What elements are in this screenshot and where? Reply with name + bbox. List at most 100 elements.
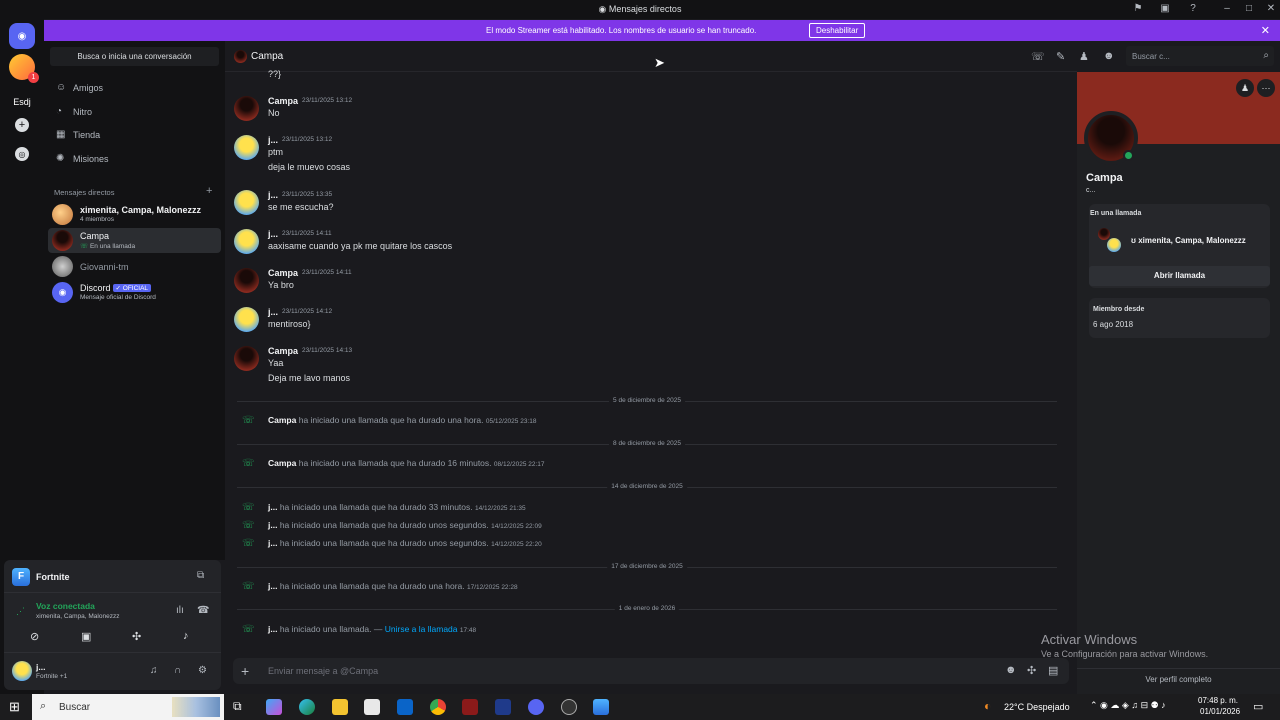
call-author[interactable]: Campa [268,415,296,425]
message-author[interactable]: Campa [268,346,298,356]
outlook-icon[interactable] [397,699,413,715]
minimize-icon[interactable]: – [1220,3,1234,15]
nav-nitro[interactable]: ◔ Nitro [52,102,217,122]
message-timestamp: 23/11/2025 14:13 [302,347,353,354]
store-icon[interactable] [364,699,380,715]
message-author[interactable]: Campa [268,268,298,278]
microphone-icon[interactable]: ♫ [150,665,158,676]
notifications-icon[interactable]: ▭ [1253,700,1263,713]
voice-status[interactable]: Voz conectada [36,601,95,611]
copilot-icon[interactable] [266,699,282,715]
dm-item-group[interactable]: ximenita, Campa, Malonezzz 4 miembros [48,202,221,227]
avatar[interactable] [234,135,259,160]
dm-item-campa[interactable]: Campa ☏ En una llamada [48,228,221,253]
taskbar-search[interactable]: ⌕ Buscar [32,694,224,720]
call-author[interactable]: j... [268,502,277,512]
app-icon[interactable] [495,699,511,715]
task-view-icon[interactable]: ⧉ [233,699,242,714]
view-full-profile-link[interactable]: Ver perfil completo [1077,675,1280,684]
chat-recipient-name[interactable]: Campa [251,51,283,62]
clock-time[interactable]: 07:48 p. m. [1198,696,1238,705]
call-author[interactable]: j... [268,624,277,634]
close-banner-icon[interactable]: ✕ [1261,24,1270,37]
message-input[interactable]: Enviar mensaje a @Campa [268,666,378,676]
help-icon[interactable]: ? [1186,3,1200,15]
call-text: ha iniciado una llamada que ha durado 33… [279,502,473,512]
explore-icon[interactable]: ◎ [15,147,29,161]
avatar[interactable] [234,346,259,371]
date-divider: 8 de diciembre de 2025 [237,440,1057,447]
soundboard-icon[interactable]: ♪ [183,630,189,642]
dm-home-button[interactable]: ◉ [9,23,35,49]
nav-shop[interactable]: ▦ Tienda [52,125,217,145]
disable-streamer-button[interactable]: Deshabilitar [809,23,866,38]
call-author[interactable]: j... [268,538,277,548]
add-friends-icon[interactable]: ♟ [1079,50,1089,63]
maximize-icon[interactable]: □ [1242,3,1256,15]
call-member-avatar [1098,228,1110,240]
tray-icons[interactable]: ⌃ ◉ ☁ ◈ ♫ ⊟ ⚉ ♪ [1090,700,1166,711]
inbox-icon[interactable]: ⚑ [1131,3,1145,15]
avatar[interactable] [234,190,259,215]
add-friend-icon[interactable]: ♟ [1236,79,1254,97]
add-server-icon[interactable]: + [15,118,29,132]
fortnite-taskbar-icon[interactable] [593,699,609,715]
avatar[interactable] [234,96,259,121]
weather-text[interactable]: 22°C Despejado [1004,702,1070,712]
avatar[interactable] [234,307,259,332]
call-author[interactable]: j... [268,520,277,530]
apps-icon[interactable]: ✣ [1027,664,1036,677]
clock-date[interactable]: 01/01/2026 [1200,707,1240,716]
chrome-icon[interactable] [430,699,446,715]
call-author[interactable]: Campa [268,458,296,468]
more-options-icon[interactable]: ⋯ [1257,79,1275,97]
dm-item-discord[interactable]: ◉ Discord ✓ OFICIAL Mensaje oficial de Di… [48,280,221,305]
activity-popout-icon[interactable]: ⧉ [197,570,204,581]
gif-icon[interactable]: ☻ [1005,664,1017,676]
user-avatar[interactable] [12,661,32,681]
discord-taskbar-icon[interactable] [528,699,544,715]
server-icon[interactable]: 1 [9,54,39,83]
pin-icon[interactable]: ✎ [1056,50,1065,63]
message-list: ??} Campa 23/11/2025 13:12 No j... 23/11… [225,69,1077,652]
nav-quests[interactable]: ✺ Misiones [52,149,217,169]
username: j... [36,662,46,672]
chat-search-input[interactable]: Buscar c... ⌕ [1126,46,1274,66]
file-explorer-icon[interactable] [332,699,348,715]
windows-start-icon[interactable]: ⊞ [9,699,20,715]
edge-icon[interactable] [299,699,315,715]
message-author[interactable]: Campa [268,96,298,106]
avatar[interactable] [234,229,259,254]
in-call-label: En una llamada [1090,210,1142,217]
date-label: 1 de enero de 2026 [614,605,680,612]
open-call-button[interactable]: Abrir llamada [1089,266,1270,286]
message-author[interactable]: j... [268,307,278,317]
window-title: ◉ Mensajes directos [0,4,1280,15]
screen-share-icon[interactable]: ▣ [1158,3,1172,15]
app-icon[interactable] [561,699,577,715]
find-conversation-button[interactable]: Busca o inicia una conversación [50,47,219,66]
call-author[interactable]: j... [268,581,277,591]
create-dm-icon[interactable]: + [206,185,212,197]
gift-icon[interactable]: ▤ [1048,664,1058,677]
user-profile-icon[interactable]: ☻ [1103,50,1115,62]
screen-share-icon[interactable]: ▣ [81,630,91,643]
join-call-link[interactable]: Unirse a la llamada [385,624,458,634]
server-esdj[interactable]: Esdj [9,89,35,115]
message-author[interactable]: j... [268,229,278,239]
settings-gear-icon[interactable]: ⚙ [198,665,207,676]
nav-friends[interactable]: ☺ Amigos [52,78,217,98]
activities-icon[interactable]: ✣ [132,630,141,643]
dm-item-giovanni[interactable]: Giovanni-tm [48,254,221,279]
message-author[interactable]: j... [268,190,278,200]
headphones-icon[interactable]: ∩ [174,665,181,676]
disconnect-icon[interactable]: ☎ [197,605,209,616]
attach-plus-icon[interactable]: + [241,663,249,679]
close-window-icon[interactable]: ✕ [1264,3,1278,15]
voice-call-icon[interactable]: ☏ [1031,50,1045,63]
camera-off-icon[interactable]: ⊘ [30,630,39,643]
message-author[interactable]: j... [268,135,278,145]
avatar[interactable] [234,268,259,293]
noise-suppression-icon[interactable]: ılı [176,605,184,616]
app-icon[interactable] [462,699,478,715]
